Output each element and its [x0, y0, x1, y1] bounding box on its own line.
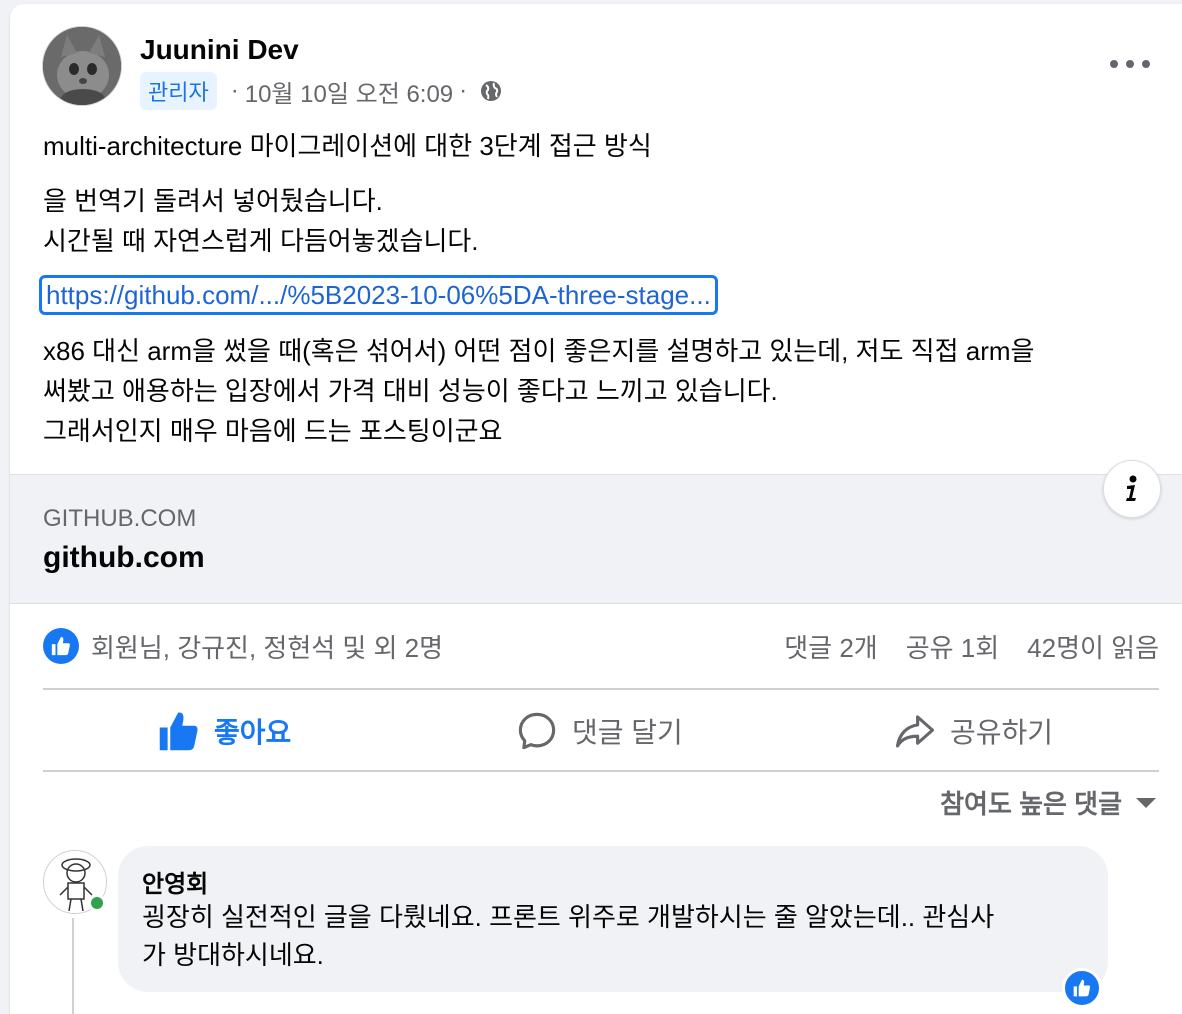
dot-icon	[1142, 60, 1150, 68]
divider	[43, 770, 1159, 772]
thumbs-up-icon	[51, 636, 70, 656]
dot-icon	[1110, 60, 1118, 68]
like-button[interactable]: 좋아요	[158, 702, 291, 760]
post-body-block2: x86 대신 arm을 썼을 때(혹은 섞어서) 어떤 점이 좋은지를 설명하고…	[43, 331, 1034, 451]
sort-label: 참여도 높은 댓글	[940, 789, 1122, 819]
author-name[interactable]: Juunini Dev	[140, 34, 299, 66]
comment-line: 가 방대하시네요.	[142, 940, 324, 970]
comment-text: 굉장히 실전적인 글을 다뤘네요. 프론트 위주로 개발하시는 줄 알았는데..…	[142, 898, 1092, 974]
comment-line: 굉장히 실전적인 글을 다뤘네요. 프론트 위주로 개발하시는 줄 알았는데..…	[142, 902, 995, 932]
shares-count[interactable]: 공유 1회	[906, 628, 999, 665]
comment-bubble-icon	[518, 712, 556, 750]
post-body-line: 써봤고 애용하는 입장에서 가격 대비 성능이 좋다고 느끼고 있습니다.	[43, 376, 778, 406]
views-count: 42명이 읽음	[1027, 632, 1159, 663]
post-body-line: x86 대신 arm을 썼을 때(혹은 섞어서) 어떤 점이 좋은지를 설명하고…	[43, 336, 1035, 366]
meta-separator: ·	[459, 77, 468, 104]
info-button[interactable]	[1103, 460, 1161, 518]
thread-line	[72, 918, 74, 1014]
author-avatar[interactable]	[42, 26, 122, 106]
share-label: 공유하기	[950, 717, 1054, 748]
cat-photo-icon	[43, 27, 121, 105]
like-label: 좋아요	[214, 717, 292, 748]
share-arrow-icon	[895, 715, 935, 748]
info-icon	[1126, 475, 1137, 501]
divider	[43, 688, 1159, 690]
share-button[interactable]: 공유하기	[894, 702, 1053, 760]
link-preview[interactable]: GITHUB.COM github.com	[10, 474, 1182, 604]
post-stats: 댓글 2개 공유 1회 42명이 읽음	[784, 628, 1159, 665]
comment-bubble: 안영회 굉장히 실전적인 글을 다뤘네요. 프론트 위주로 개발하시는 줄 알았…	[118, 846, 1108, 992]
post-body-line: 그래서인지 매우 마음에 드는 포스팅이군요	[43, 416, 503, 446]
online-status-dot	[88, 894, 106, 912]
post-meta: 관리자 · 10월 10일 오전 6:09 ·	[140, 72, 503, 110]
post-title-line: multi-architecture 마이그레이션에 대한 3단계 접근 방식	[43, 131, 652, 161]
post-card: Juunini Dev 관리자 · 10월 10일 오전 6:09 · mult…	[10, 4, 1182, 1014]
comment-like-reaction[interactable]	[1062, 968, 1102, 1008]
commenter-name[interactable]: 안영회	[142, 864, 208, 899]
admin-badge: 관리자	[140, 72, 217, 110]
comment-label: 댓글 달기	[572, 717, 683, 748]
thumbs-up-icon	[159, 712, 198, 751]
like-reaction-icon[interactable]	[43, 628, 79, 664]
post-body-line: 시간될 때 자연스럽게 다듬어놓겠습니다.	[43, 226, 479, 256]
comment-button[interactable]: 댓글 달기	[516, 702, 683, 760]
thumbs-up-icon	[1073, 979, 1091, 997]
preview-title: github.com	[43, 541, 205, 574]
reaction-summary[interactable]: 회원님, 강규진, 정현석 및 외 2명	[91, 628, 443, 665]
comments-count[interactable]: 댓글 2개	[784, 628, 877, 665]
comment-sort-dropdown[interactable]: 참여도 높은 댓글	[940, 784, 1156, 821]
meta-separator: ·	[230, 77, 239, 104]
caret-down-icon	[1136, 797, 1156, 808]
globe-icon[interactable]	[479, 79, 503, 103]
preview-domain: GITHUB.COM	[43, 505, 197, 532]
reactions-row: 회원님, 강규진, 정현석 및 외 2명 댓글 2개 공유 1회 42명이 읽음	[43, 628, 1159, 664]
post-body-block1: 을 번역기 돌려서 넣어뒀습니다. 시간될 때 자연스럽게 다듬어놓겠습니다.	[43, 181, 479, 261]
post-body-line: 을 번역기 돌려서 넣어뒀습니다.	[43, 186, 383, 216]
more-options-button[interactable]	[1110, 52, 1150, 76]
post-timestamp[interactable]: 10월 10일 오전 6:09	[245, 74, 453, 109]
post-link[interactable]: https://github.com/.../%5B2023-10-06%5DA…	[39, 275, 718, 315]
dot-icon	[1126, 60, 1134, 68]
